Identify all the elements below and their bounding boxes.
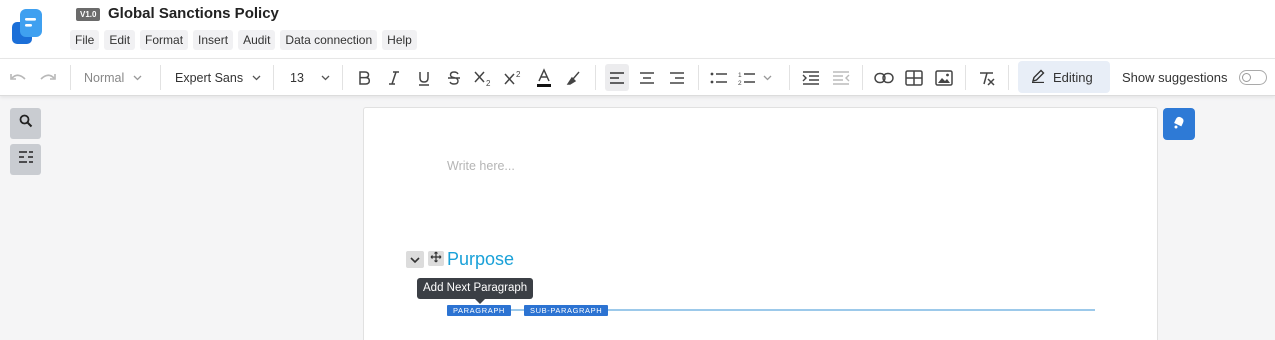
add-sub-paragraph-button[interactable]: SUB-PARAGRAPH bbox=[524, 305, 609, 316]
search-button[interactable] bbox=[10, 108, 41, 139]
undo-icon[interactable] bbox=[6, 59, 30, 96]
align-right-icon[interactable] bbox=[666, 59, 688, 96]
add-paragraph-button[interactable]: PARAGRAPH bbox=[447, 305, 511, 316]
svg-text:2: 2 bbox=[486, 79, 491, 87]
add-paragraph-tooltip: Add Next Paragraph bbox=[417, 278, 534, 304]
editor-placeholder[interactable]: Write here... bbox=[447, 159, 515, 173]
italic-icon[interactable] bbox=[383, 59, 405, 96]
font-size-value: 13 bbox=[290, 70, 304, 85]
show-suggestions-label: Show suggestions bbox=[1122, 70, 1228, 85]
app-logo[interactable] bbox=[10, 8, 44, 46]
section-heading[interactable]: Purpose bbox=[447, 249, 514, 270]
toolbar-separator bbox=[160, 65, 161, 90]
bulleted-list-icon[interactable] bbox=[708, 59, 730, 96]
search-icon bbox=[19, 114, 33, 133]
numbered-list-icon: 12 bbox=[738, 71, 756, 85]
font-family-dropdown[interactable]: Expert Sans bbox=[175, 59, 263, 96]
tooltip-text: Add Next Paragraph bbox=[423, 282, 528, 294]
clear-formatting-icon[interactable] bbox=[976, 59, 998, 96]
menu-file[interactable]: File bbox=[70, 30, 100, 50]
editing-mode-button[interactable]: Editing bbox=[1018, 61, 1110, 93]
paragraph-style-value: Normal bbox=[84, 70, 125, 85]
toolbar-separator bbox=[342, 65, 343, 90]
collapse-section-button[interactable] bbox=[406, 251, 424, 268]
toolbar-separator bbox=[273, 65, 274, 90]
text-color-icon[interactable] bbox=[533, 59, 555, 96]
show-suggestions-toggle[interactable] bbox=[1239, 70, 1267, 85]
editing-mode-label: Editing bbox=[1053, 69, 1093, 85]
table-icon[interactable] bbox=[903, 59, 925, 96]
svg-text:1: 1 bbox=[738, 72, 742, 79]
bell-icon bbox=[1171, 114, 1187, 135]
menu-bar: File Edit Format Insert Audit Data conne… bbox=[70, 30, 417, 50]
bold-icon[interactable] bbox=[353, 59, 375, 96]
menu-help[interactable]: Help bbox=[382, 30, 417, 50]
notifications-button[interactable] bbox=[1163, 108, 1195, 140]
chevron-down-icon bbox=[321, 75, 330, 81]
toolbar-separator bbox=[595, 65, 596, 90]
toolbar-separator bbox=[698, 65, 699, 90]
chevron-down-icon bbox=[133, 75, 142, 81]
version-badge: V1.0 bbox=[76, 8, 101, 21]
strikethrough-icon[interactable] bbox=[443, 59, 465, 96]
chevron-down-icon bbox=[410, 251, 420, 269]
indent-icon[interactable] bbox=[800, 59, 822, 96]
toolbar-separator bbox=[70, 65, 71, 90]
svg-text:2: 2 bbox=[738, 80, 742, 85]
paragraph-style-dropdown[interactable]: Normal bbox=[84, 59, 150, 96]
move-icon bbox=[430, 250, 442, 268]
formatting-toolbar: Normal Expert Sans 13 2 2 1 2 Editing Sh… bbox=[0, 58, 1275, 96]
underline-icon[interactable] bbox=[413, 59, 435, 96]
superscript-icon[interactable]: 2 bbox=[502, 59, 526, 96]
toolbar-separator bbox=[1008, 65, 1009, 90]
font-family-value: Expert Sans bbox=[175, 70, 244, 85]
chevron-down-icon bbox=[252, 75, 261, 81]
document-title[interactable]: Global Sanctions Policy bbox=[108, 5, 279, 22]
outline-button[interactable] bbox=[10, 144, 41, 175]
pencil-icon bbox=[1031, 69, 1045, 86]
toolbar-separator bbox=[789, 65, 790, 90]
menu-format[interactable]: Format bbox=[140, 30, 189, 50]
image-icon[interactable] bbox=[933, 59, 955, 96]
outline-list-icon bbox=[18, 150, 34, 169]
numbered-list-dropdown[interactable]: 12 bbox=[738, 59, 778, 96]
link-icon[interactable] bbox=[872, 59, 896, 96]
menu-edit[interactable]: Edit bbox=[104, 30, 136, 50]
menu-audit[interactable]: Audit bbox=[238, 30, 276, 50]
menu-insert[interactable]: Insert bbox=[193, 30, 234, 50]
align-left-icon[interactable] bbox=[605, 64, 629, 91]
outdent-icon[interactable] bbox=[830, 59, 852, 96]
redo-icon[interactable] bbox=[36, 59, 60, 96]
align-center-icon[interactable] bbox=[636, 59, 658, 96]
font-size-dropdown[interactable]: 13 bbox=[290, 59, 332, 96]
highlight-icon[interactable] bbox=[563, 59, 585, 96]
toolbar-separator bbox=[862, 65, 863, 90]
svg-text:2: 2 bbox=[516, 70, 521, 79]
move-section-handle[interactable] bbox=[428, 251, 444, 266]
toolbar-separator bbox=[965, 65, 966, 90]
subscript-icon[interactable]: 2 bbox=[472, 59, 496, 96]
chevron-down-icon bbox=[763, 75, 772, 81]
document-page[interactable]: Write here... Purpose Add Next Paragraph… bbox=[363, 107, 1158, 340]
app-header: V1.0 Global Sanctions Policy File Edit F… bbox=[0, 0, 1275, 58]
menu-data-connection[interactable]: Data connection bbox=[280, 30, 378, 50]
